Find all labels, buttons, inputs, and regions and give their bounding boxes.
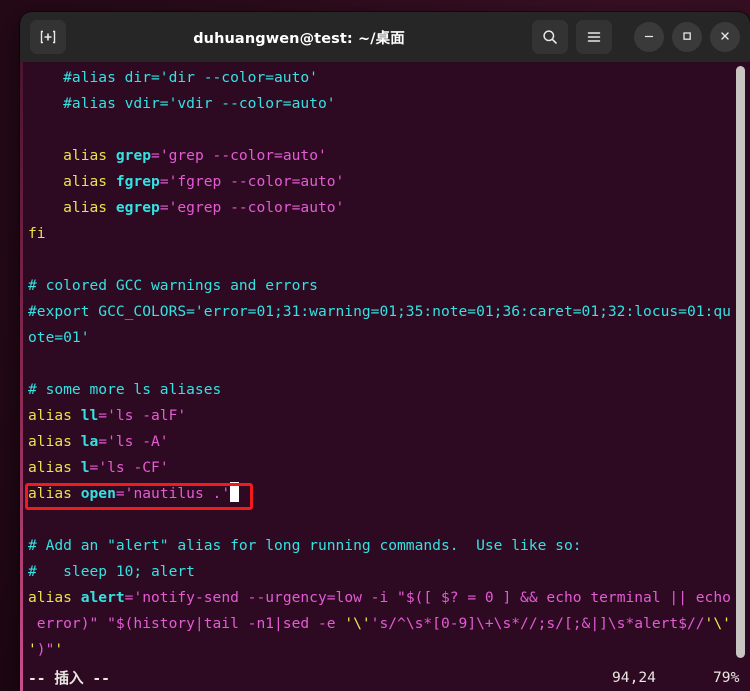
window-title: duhuangwen@test: ~/桌面	[193, 30, 405, 47]
terminal-text: '	[28, 641, 37, 658]
terminal-text: =	[89, 459, 99, 476]
terminal-text: 'nautilus .'	[124, 485, 231, 502]
terminal-line: # Add an "alert" alias for long running …	[23, 533, 750, 559]
terminal-line: fi	[23, 221, 750, 247]
terminal-text: 'fgrep --color=auto'	[168, 173, 345, 190]
vim-mode-indicator: -- 插入 --	[28, 669, 110, 687]
terminal-text: # some more ls aliases	[28, 381, 222, 398]
vim-status-line: -- 插入 -- 94,24 79%	[23, 663, 750, 691]
terminal-window: duhuangwen@test: ~/桌面 #alias dir='dir --…	[20, 12, 750, 691]
terminal-line: #export GCC_COLORS='error=01;31:warning=…	[23, 299, 750, 325]
terminal-text: ote=01'	[28, 329, 90, 346]
terminal-text: 's/^\s*[0-9]\+\s*//;s/[;&|]\s*alert$//	[370, 615, 705, 632]
terminal-text: alias	[28, 589, 81, 606]
terminal-text: # Add an "alert" alias for long running …	[28, 537, 582, 554]
close-icon	[718, 28, 732, 47]
terminal-text: #alias vdir='vdir --color=auto'	[28, 95, 336, 112]
terminal-text: =	[159, 173, 169, 190]
terminal-text: =	[151, 147, 160, 164]
terminal-text: =	[98, 407, 108, 424]
terminal-text: )"	[36, 641, 55, 658]
terminal-text: '\'	[704, 615, 731, 632]
terminal-line: alias ll='ls -alF'	[23, 403, 750, 429]
terminal-body[interactable]: #alias dir='dir --color=auto' #alias vdi…	[20, 62, 750, 691]
terminal-scrollbar[interactable]	[734, 62, 748, 691]
close-button[interactable]	[710, 22, 740, 52]
file-percent: 79%	[713, 668, 740, 686]
terminal-text: grep	[115, 147, 152, 164]
maximize-button[interactable]	[672, 22, 702, 52]
terminal-text: open	[80, 485, 116, 502]
titlebar-controls	[532, 20, 740, 54]
scrollbar-thumb[interactable]	[736, 66, 745, 658]
terminal-text: 'notify-send --urgency=low -i "$([ $? = …	[133, 589, 731, 606]
terminal-text: 'ls -CF'	[98, 459, 169, 476]
minimize-button[interactable]	[634, 22, 664, 52]
terminal-text: # colored GCC warnings and errors	[28, 277, 318, 294]
terminal-line: alias fgrep='fgrep --color=auto'	[23, 169, 750, 195]
new-tab-button[interactable]	[30, 20, 66, 54]
terminal-text: =	[98, 433, 108, 450]
terminal-line: # colored GCC warnings and errors	[23, 273, 750, 299]
terminal-text: =	[159, 199, 169, 216]
menu-button[interactable]	[576, 20, 612, 54]
terminal-line: # some more ls aliases	[23, 377, 750, 403]
terminal-text: alias	[28, 199, 116, 216]
terminal-text: alert	[80, 589, 125, 606]
terminal-text: # sleep 10; alert	[28, 563, 195, 580]
terminal-text: fi	[28, 225, 46, 242]
vim-text-area[interactable]: #alias dir='dir --color=auto' #alias vdi…	[23, 62, 750, 691]
terminal-line: alias egrep='egrep --color=auto'	[23, 195, 750, 221]
terminal-line: alias grep='grep --color=auto'	[23, 143, 750, 169]
text-cursor	[230, 482, 240, 502]
terminal-text: #export GCC_COLORS='error=01;31:warning=…	[28, 303, 731, 320]
terminal-text: error)" "$(history|tail -n1|sed -e	[28, 615, 345, 632]
terminal-text: alias	[28, 459, 81, 476]
terminal-line: # sleep 10; alert	[23, 559, 750, 585]
terminal-text: alias	[28, 173, 116, 190]
terminal-line: ote=01'	[23, 325, 750, 351]
new-tab-icon	[39, 28, 57, 46]
hamburger-menu-icon	[585, 28, 603, 46]
search-icon	[541, 28, 559, 46]
terminal-line: alias l='ls -CF'	[23, 455, 750, 481]
terminal-text: alias	[28, 433, 81, 450]
terminal-text: '	[54, 641, 64, 658]
window-titlebar: duhuangwen@test: ~/桌面	[20, 12, 750, 62]
terminal-text: alias	[28, 485, 81, 502]
terminal-line: error)" "$(history|tail -n1|sed -e '\''s…	[23, 611, 750, 637]
terminal-text: =	[115, 485, 125, 502]
terminal-text: ll	[80, 407, 99, 424]
terminal-text: alias	[28, 407, 81, 424]
terminal-line: #alias vdir='vdir --color=auto'	[23, 91, 750, 117]
terminal-line: alias alert='notify-send --urgency=low -…	[23, 585, 750, 611]
terminal-text: 'egrep --color=auto'	[168, 199, 345, 216]
search-button[interactable]	[532, 20, 568, 54]
terminal-line: ')"'	[23, 637, 750, 663]
maximize-icon	[680, 28, 694, 47]
terminal-text: #alias dir='dir --color=auto'	[28, 69, 318, 86]
terminal-text: 'ls -alF'	[107, 407, 187, 424]
terminal-line: alias la='ls -A'	[23, 429, 750, 455]
terminal-text: fgrep	[115, 173, 160, 190]
terminal-text: 'ls -A'	[107, 433, 169, 450]
terminal-text: egrep	[115, 199, 160, 216]
minimize-icon	[642, 28, 656, 47]
terminal-text: alias	[28, 147, 116, 164]
terminal-line: alias open='nautilus .'	[23, 481, 750, 507]
terminal-text: 'grep --color=auto'	[159, 147, 327, 164]
terminal-text: '\'	[344, 615, 371, 632]
terminal-line: #alias dir='dir --color=auto'	[23, 65, 750, 91]
terminal-text: l	[80, 459, 90, 476]
cursor-position: 94,24	[612, 668, 656, 686]
terminal-text: la	[80, 433, 99, 450]
